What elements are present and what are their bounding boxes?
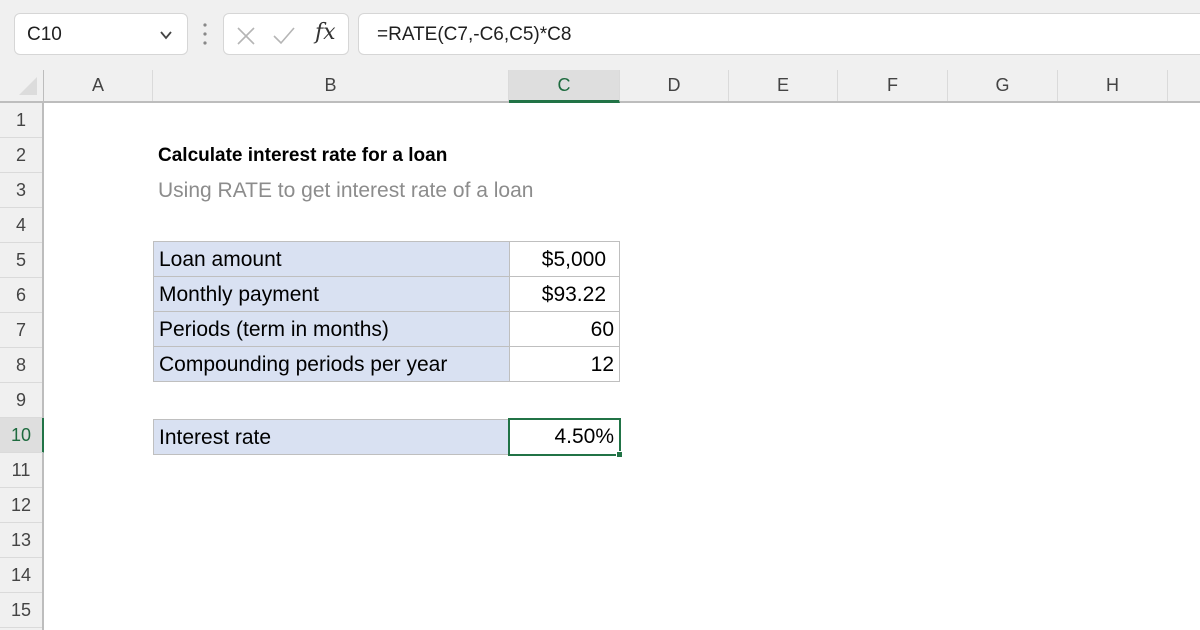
cell-b3-subtitle[interactable]: Using RATE to get interest rate of a loa…: [153, 173, 538, 208]
column-header-a[interactable]: A: [44, 70, 153, 101]
cell-b5-label[interactable]: Loan amount: [153, 241, 510, 277]
formula-bar: C10 fx =RATE(C7,-C6,C5)*C8: [0, 0, 1200, 70]
row-header-13[interactable]: 13: [0, 523, 42, 558]
row-header-9[interactable]: 9: [0, 383, 42, 418]
cell-c8-value[interactable]: 12: [509, 346, 620, 382]
insert-function-icon[interactable]: fx: [315, 20, 336, 45]
column-header-h[interactable]: H: [1058, 70, 1168, 101]
column-header-b[interactable]: B: [153, 70, 509, 101]
formula-input[interactable]: =RATE(C7,-C6,C5)*C8: [358, 13, 1200, 55]
row-header-12[interactable]: 12: [0, 488, 42, 523]
column-header-e[interactable]: E: [729, 70, 838, 101]
cell-b6-label[interactable]: Monthly payment: [153, 276, 510, 312]
name-box-value[interactable]: C10: [27, 24, 62, 46]
row-header-5[interactable]: 5: [0, 243, 42, 278]
cell-b10-label[interactable]: Interest rate: [153, 419, 510, 455]
row-header-1[interactable]: 1: [0, 103, 42, 138]
row-header-8[interactable]: 8: [0, 348, 42, 383]
column-header-partial[interactable]: [1168, 70, 1200, 101]
column-header-d[interactable]: D: [620, 70, 729, 101]
row-header-2[interactable]: 2: [0, 138, 42, 173]
row-header-15[interactable]: 15: [0, 593, 42, 628]
formula-controls: fx: [223, 13, 349, 55]
cell-c10-result-active[interactable]: 4.50%: [508, 418, 621, 456]
cell-b8-label[interactable]: Compounding periods per year: [153, 346, 510, 382]
row-header-6[interactable]: 6: [0, 278, 42, 313]
row-header-3[interactable]: 3: [0, 173, 42, 208]
worksheet[interactable]: Calculate interest rate for a loan Using…: [44, 103, 1200, 630]
fill-handle[interactable]: [616, 451, 623, 458]
column-headers: A B C D E F G H: [44, 70, 1200, 103]
column-header-g[interactable]: G: [948, 70, 1058, 101]
row-header-10[interactable]: 10: [0, 418, 45, 453]
select-all-button[interactable]: [0, 70, 44, 103]
row-header-14[interactable]: 14: [0, 558, 42, 593]
name-box[interactable]: C10: [14, 13, 188, 55]
row-header-7[interactable]: 7: [0, 313, 42, 348]
more-options-icon[interactable]: [203, 22, 207, 46]
select-all-triangle-icon: [19, 77, 37, 95]
cell-c5-value[interactable]: $5,000: [509, 241, 620, 277]
cell-b2-title[interactable]: Calculate interest rate for a loan: [153, 138, 452, 173]
column-header-c[interactable]: C: [509, 70, 620, 103]
row-headers: 1 2 3 4 5 6 7 8 9 10 11 12 13 14 15: [0, 103, 45, 630]
cell-c7-value[interactable]: 60: [509, 311, 620, 347]
formula-text[interactable]: =RATE(C7,-C6,C5)*C8: [377, 24, 571, 46]
cancel-icon[interactable]: [236, 26, 256, 46]
enter-icon[interactable]: [272, 26, 296, 46]
cell-b7-label[interactable]: Periods (term in months): [153, 311, 510, 347]
chevron-down-icon[interactable]: [159, 28, 173, 42]
cell-c6-value[interactable]: $93.22: [509, 276, 620, 312]
row-header-11[interactable]: 11: [0, 453, 42, 488]
column-header-f[interactable]: F: [838, 70, 948, 101]
row-header-4[interactable]: 4: [0, 208, 42, 243]
